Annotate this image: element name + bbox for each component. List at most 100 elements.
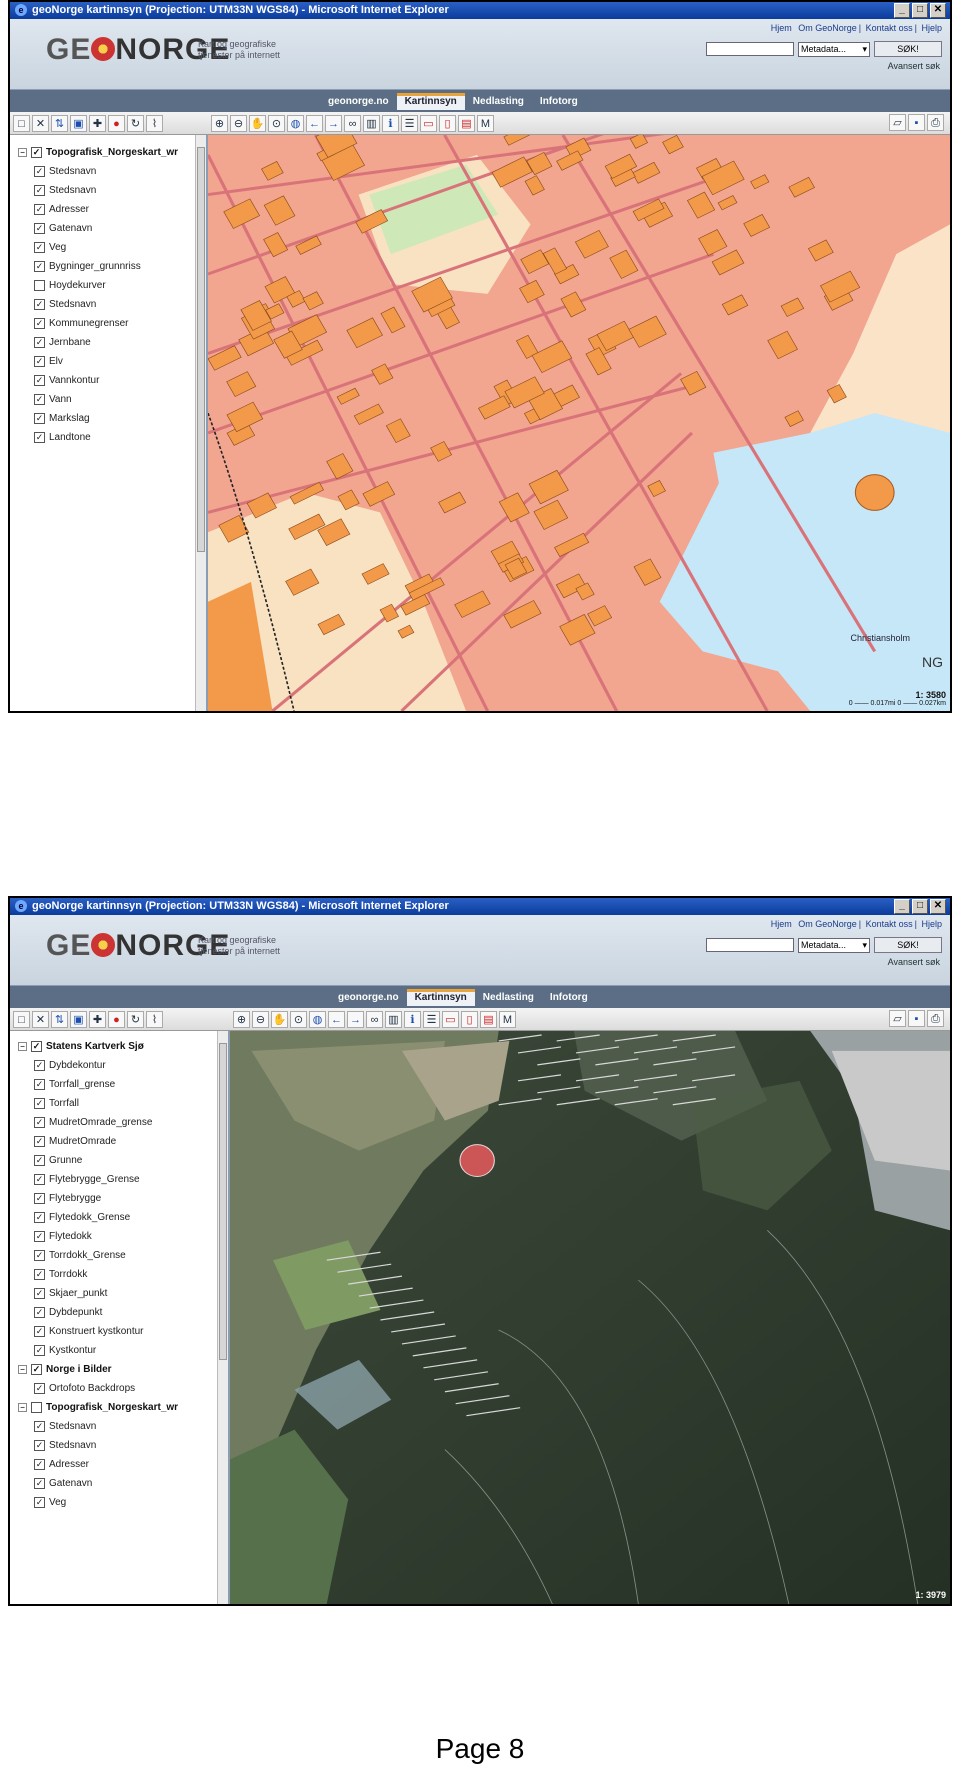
layer-checkbox[interactable]: [34, 280, 45, 291]
back-arrow-icon[interactable]: ←: [306, 114, 323, 132]
layer-item[interactable]: ✓ Ortofoto Backdrops: [18, 1379, 228, 1398]
layer-checkbox[interactable]: ✓: [34, 1459, 45, 1470]
link-help[interactable]: Hjelp: [921, 919, 942, 929]
close-icon[interactable]: ✕: [930, 3, 946, 18]
layer-checkbox[interactable]: ✓: [34, 1307, 45, 1318]
link-help[interactable]: Hjelp: [921, 23, 942, 33]
layer-checkbox[interactable]: ✓: [34, 261, 45, 272]
binoculars-icon[interactable]: ∞: [366, 1010, 383, 1028]
search-button[interactable]: SØK!: [874, 937, 942, 953]
measure-distance-icon[interactable]: M: [477, 114, 494, 132]
layer-item[interactable]: ✓ Grunne: [18, 1151, 228, 1170]
expand-icon[interactable]: −: [18, 1365, 27, 1374]
layer-item[interactable]: ✓ Stedsnavn: [18, 1417, 228, 1436]
orthophoto-map[interactable]: [230, 1031, 950, 1604]
layer-item[interactable]: ✓ Flytedokk_Grense: [18, 1208, 228, 1227]
layer-checkbox[interactable]: ✓: [34, 299, 45, 310]
info-icon[interactable]: ℹ: [404, 1010, 421, 1028]
metadata-select[interactable]: Metadata...: [798, 937, 870, 953]
layer-checkbox[interactable]: ✓: [34, 1250, 45, 1261]
map-view[interactable]: 1: 3979: [230, 1031, 950, 1604]
remove-layer-icon[interactable]: ✕: [32, 114, 49, 132]
legend-icon[interactable]: ☰: [401, 114, 418, 132]
link-home[interactable]: Hjem: [771, 23, 792, 33]
layer-checkbox[interactable]: ✓: [34, 1326, 45, 1337]
map-view[interactable]: Christiansholm 1: 3580 0 —— 0.017mi 0 ——…: [208, 135, 950, 711]
search-button[interactable]: SØK!: [874, 41, 942, 57]
layer-item[interactable]: ✓ Stedsnavn: [18, 181, 206, 200]
tab-geonorge[interactable]: geonorge.no: [320, 93, 397, 110]
layer-checkbox[interactable]: ✓: [31, 1364, 42, 1375]
back-arrow-icon[interactable]: ←: [328, 1010, 345, 1028]
open-folder-icon[interactable]: ▱: [889, 114, 906, 131]
layer-item[interactable]: ✓ Torrdokk: [18, 1265, 228, 1284]
layer-checkbox[interactable]: ✓: [34, 394, 45, 405]
refresh-icon[interactable]: ↻: [127, 1010, 144, 1028]
layer-group[interactable]: − ✓ Norge i Bilder: [18, 1360, 228, 1379]
stop-icon[interactable]: ●: [108, 1010, 125, 1028]
refresh-icon[interactable]: ↻: [127, 114, 144, 132]
layer-checkbox[interactable]: ✓: [34, 1288, 45, 1299]
layer-checkbox[interactable]: ✓: [34, 1136, 45, 1147]
layer-checkbox[interactable]: [31, 1402, 42, 1413]
open-folder-icon[interactable]: ▱: [889, 1010, 906, 1027]
layer-group[interactable]: − ✓ Topografisk_Norgeskart_wr: [18, 143, 206, 162]
pan-hand-icon[interactable]: ✋: [249, 114, 266, 132]
layer-checkbox[interactable]: ✓: [34, 1098, 45, 1109]
layer-item[interactable]: ✓ Elv: [18, 352, 206, 371]
tab-infotorg[interactable]: Infotorg: [542, 989, 596, 1006]
layer-checkbox[interactable]: ✓: [31, 147, 42, 158]
tab-infotorg[interactable]: Infotorg: [532, 93, 586, 110]
attach-icon[interactable]: ⌇: [146, 114, 163, 132]
layer-checkbox[interactable]: ✓: [34, 1383, 45, 1394]
measure-icon[interactable]: ▥: [385, 1010, 402, 1028]
globe-icon[interactable]: ◍: [287, 114, 304, 132]
layer-checkbox[interactable]: ✓: [34, 166, 45, 177]
layer-item[interactable]: ✓ Adresser: [18, 200, 206, 219]
add-service-icon[interactable]: ✚: [89, 1010, 106, 1028]
layer-item[interactable]: ✓ Kystkontur: [18, 1341, 228, 1360]
print-icon[interactable]: ⎙: [927, 1010, 944, 1027]
zoom-out-icon[interactable]: ⊖: [252, 1010, 269, 1028]
layer-item[interactable]: ✓ Stedsnavn: [18, 162, 206, 181]
legend-icon[interactable]: ☰: [423, 1010, 440, 1028]
measure-icon[interactable]: ▥: [363, 114, 380, 132]
save-icon[interactable]: ▪: [908, 1010, 925, 1027]
tab-kartinnsyn[interactable]: Kartinnsyn: [396, 93, 465, 110]
advanced-search-link[interactable]: Avansert søk: [888, 957, 940, 967]
layer-checkbox[interactable]: ✓: [34, 1079, 45, 1090]
link-contact[interactable]: Kontakt oss: [866, 23, 913, 33]
layer-item[interactable]: ✓ Konstruert kystkontur: [18, 1322, 228, 1341]
layer-checkbox[interactable]: ✓: [34, 1269, 45, 1280]
layer-order-icon[interactable]: ⇅: [51, 114, 68, 132]
layer-item[interactable]: ✓ Veg: [18, 238, 206, 257]
layer-checkbox[interactable]: ✓: [34, 318, 45, 329]
info-icon[interactable]: ℹ: [382, 114, 399, 132]
zoom-in-icon[interactable]: ⊕: [211, 114, 228, 132]
expand-icon[interactable]: −: [18, 1403, 27, 1412]
zoom-out-icon[interactable]: ⊖: [230, 114, 247, 132]
link-contact[interactable]: Kontakt oss: [866, 919, 913, 929]
layer-checkbox[interactable]: ✓: [34, 242, 45, 253]
layer-checkbox[interactable]: ✓: [34, 1440, 45, 1451]
select-icon[interactable]: ▭: [442, 1010, 459, 1028]
layer-checkbox[interactable]: ✓: [34, 1060, 45, 1071]
minimize-icon[interactable]: _: [894, 3, 910, 18]
layer-checkbox[interactable]: ✓: [34, 432, 45, 443]
layer-checkbox[interactable]: ✓: [34, 1212, 45, 1223]
pan-hand-icon[interactable]: ✋: [271, 1010, 288, 1028]
layer-checkbox[interactable]: ✓: [34, 185, 45, 196]
layer-order-icon[interactable]: ⇅: [51, 1010, 68, 1028]
new-layer-icon[interactable]: □: [13, 1010, 30, 1028]
layer-checkbox[interactable]: ✓: [34, 1421, 45, 1432]
layer-item[interactable]: ✓ Stedsnavn: [18, 295, 206, 314]
layer-item[interactable]: ✓ MudretOmrade: [18, 1132, 228, 1151]
select-icon[interactable]: ▭: [420, 114, 437, 132]
attach-icon[interactable]: ⌇: [146, 1010, 163, 1028]
tab-geonorge[interactable]: geonorge.no: [330, 989, 407, 1006]
layer-item[interactable]: ✓ Skjaer_punkt: [18, 1284, 228, 1303]
layer-checkbox[interactable]: ✓: [34, 1231, 45, 1242]
layer-checkbox[interactable]: ✓: [31, 1041, 42, 1052]
scrollbar-thumb[interactable]: [219, 1043, 227, 1361]
link-about[interactable]: Om GeoNorge: [798, 919, 857, 929]
